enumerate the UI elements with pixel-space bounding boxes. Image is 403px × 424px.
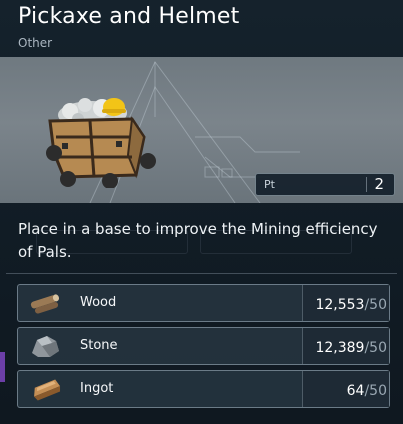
description-divider — [6, 273, 397, 274]
material-have: 64 — [346, 383, 365, 399]
material-row-wood: Wood 12,553/50 — [17, 284, 390, 322]
pt-divider — [366, 177, 367, 192]
item-category: Other — [18, 36, 53, 50]
pt-label: Pt — [264, 178, 275, 191]
ingot-icon — [34, 379, 61, 401]
item-detail-panel: Pickaxe and Helmet Other Pt 2 Place in a… — [0, 0, 403, 424]
item-header: Pickaxe and Helmet Other — [0, 0, 403, 57]
item-title: Pickaxe and Helmet — [18, 4, 240, 29]
material-quantity: 12,553/50 — [302, 285, 389, 321]
material-need: 50 — [369, 383, 387, 399]
material-quantity: 12,389/50 — [302, 328, 389, 364]
material-row-stone: Stone 12,389/50 — [17, 327, 390, 365]
mining-cart-icon — [46, 98, 156, 188]
material-name: Stone — [80, 338, 118, 353]
stone-icon — [32, 336, 59, 357]
material-name: Wood — [80, 295, 117, 310]
item-description: Place in a base to improve the Mining ef… — [18, 220, 378, 261]
material-have: 12,389 — [315, 340, 365, 356]
material-need: 50 — [369, 297, 387, 313]
pt-cost-box: Pt 2 — [255, 173, 395, 196]
material-need: 50 — [369, 340, 387, 356]
material-quantity: 64/50 — [302, 371, 389, 407]
material-row-ingot: Ingot 64/50 — [17, 370, 390, 408]
material-have: 12,553 — [315, 297, 365, 313]
wood-icon — [30, 294, 60, 314]
pt-value: 2 — [374, 175, 384, 193]
left-accent-bar — [0, 352, 5, 382]
materials-list: Wood 12,553/50 Stone 12,389/50 Ingot 64/… — [17, 284, 390, 413]
material-name: Ingot — [80, 381, 114, 396]
